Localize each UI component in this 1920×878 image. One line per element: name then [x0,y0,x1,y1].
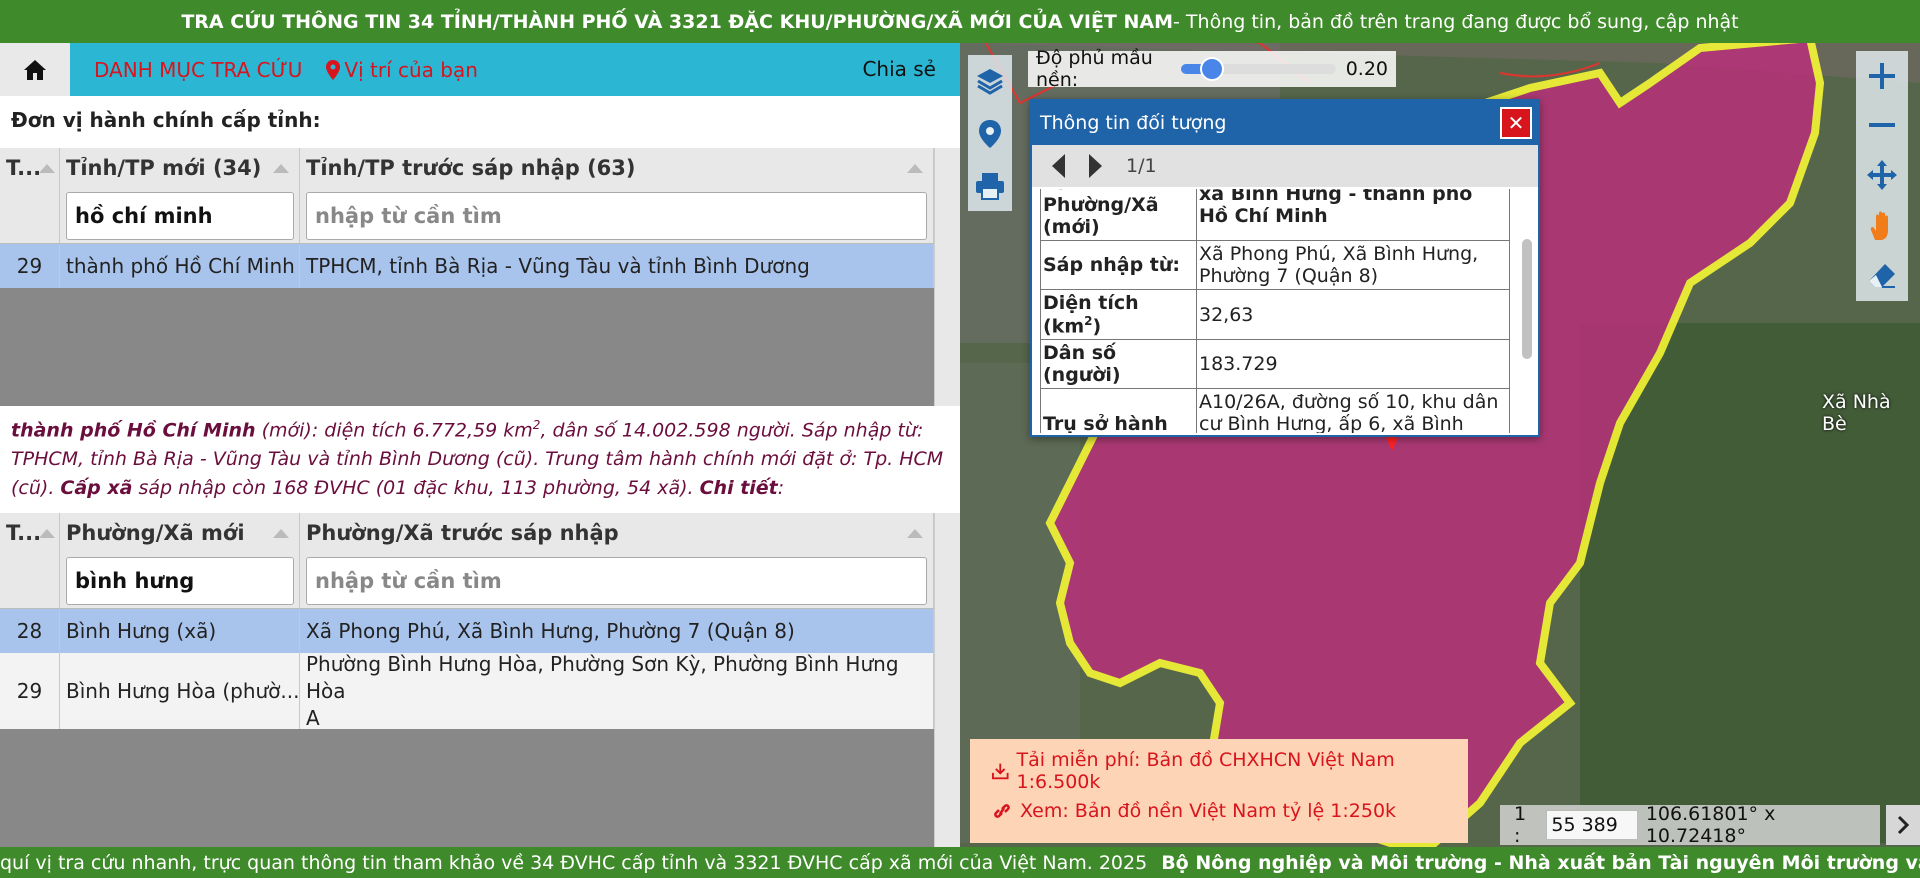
download-links: Tải miễn phí: Bản đồ CHXHCN Việt Nam 1:6… [970,739,1468,843]
footer-ticker: quí vị tra cứu nhanh, trực quan thông ti… [0,847,1920,878]
pan-arrows-icon[interactable] [1866,159,1898,191]
province-grid-scrollbar[interactable] [934,148,960,406]
eraser-icon[interactable] [1867,261,1897,291]
commune-prev-filter[interactable] [306,557,927,605]
table-row[interactable]: 29 thành phố Hồ Chí Minh TPHCM, tỉnh Bà … [0,244,960,288]
commune-grid-header: T... Phường/Xã mới Phường/Xã trước sáp n… [0,513,960,609]
view-base-map-link[interactable]: Xem: Bản đồ nền Việt Nam tỷ lệ 1:250k [992,791,1446,831]
table-row[interactable]: 29 Bình Hưng Hòa (phườ... Phường Bình Hư… [0,653,960,729]
footer-credit: Bộ Nông nghiệp và Môi trường - Nhà xuất … [1161,851,1920,874]
sort-arrow-icon[interactable] [273,529,289,538]
attribute-row: Tên Phường/Xã (mới) xã Bình Hưng - thành… [1040,189,1510,241]
province-col-stt[interactable]: T... [0,148,60,243]
zoom-out-icon[interactable] [1867,110,1897,140]
province-grid: T... Tỉnh/TP mới (34) Tỉnh/TP trước sáp … [0,148,960,406]
commune-grid-scrollbar[interactable] [934,513,960,847]
share-link[interactable]: Chia sẻ [862,57,936,81]
prev-arrow-icon[interactable] [1052,154,1065,178]
province-name-filter[interactable] [66,192,294,240]
hand-icon[interactable] [1867,210,1897,242]
opacity-slider[interactable] [1180,57,1336,81]
zoom-in-icon[interactable] [1867,61,1897,91]
opacity-control: Độ phủ mầu nền: 0.20 [1028,47,1396,91]
scale-prefix: 1 : [1514,803,1527,847]
download-icon [992,763,1009,780]
opacity-label: Độ phủ mầu nền: [1036,47,1153,91]
opacity-slider-handle[interactable] [1199,57,1224,81]
footer-text: quí vị tra cứu nhanh, trực quan thông ti… [0,851,1148,874]
left-panel: DANH MỤC TRA CỨU Vị trí của bạn Chia sẻ … [0,43,960,847]
attribute-row: Dân số (người) 183.729 [1040,339,1510,390]
table-row[interactable]: 28 Bình Hưng (xã) Xã Phong Phú, Xã Bình … [0,609,960,653]
popup-pager: 1/1 [1032,145,1538,187]
feature-info-popup: Thông tin đối tượng ✕ 1/1 Tên Phường/Xã … [1030,99,1540,437]
map-left-toolbar [968,55,1012,211]
attribute-row: Diện tích (km2) 32,63 [1040,288,1510,341]
layers-icon[interactable] [975,66,1005,96]
sort-arrow-icon[interactable] [907,164,923,173]
sort-arrow-icon[interactable] [39,529,55,538]
opacity-value: 0.20 [1345,58,1388,80]
commune-name-filter[interactable] [66,557,294,605]
province-section-label: Đơn vị hành chính cấp tỉnh: [11,108,321,132]
commune-col-stt[interactable]: T... [0,513,60,608]
province-summary: thành phố Hồ Chí Minh (mới): diện tích 6… [11,418,944,500]
sort-arrow-icon[interactable] [39,164,55,173]
sort-arrow-icon[interactable] [273,164,289,173]
map-place-label: Xã Nhà Bè [1822,391,1891,435]
print-icon[interactable] [975,172,1005,200]
map-view[interactable]: Xã Nhà Bè Độ phủ mầu nền: 0.20 Thông tin… [960,43,1920,847]
expand-button[interactable] [1886,805,1920,845]
close-button[interactable]: ✕ [1500,107,1532,139]
scale-bar: 1 : 55 389 106.61801° x 10.72418° [1500,803,1880,847]
popup-scrollbar[interactable] [1520,189,1534,433]
top-banner: TRA CỨU THÔNG TIN 34 TỈNH/THÀNH PHỐ VÀ 3… [0,0,1920,43]
province-grid-header: T... Tỉnh/TP mới (34) Tỉnh/TP trước sáp … [0,148,960,244]
location-link-label: Vị trí của bạn [344,57,478,82]
popup-body: Tên Phường/Xã (mới) xã Bình Hưng - thành… [1040,189,1510,433]
location-pin-icon [326,59,341,80]
link-icon [994,804,1010,818]
feature-attribute-table: Tên Phường/Xã (mới) xã Bình Hưng - thành… [1040,189,1510,433]
province-col-name[interactable]: Tỉnh/TP mới (34) [60,148,300,243]
commune-grid: T... Phường/Xã mới Phường/Xã trước sáp n… [0,513,960,847]
location-link[interactable]: Vị trí của bạn [326,58,478,82]
home-icon [24,59,46,80]
map-right-toolbar [1856,51,1908,301]
coordinate-readout: 106.61801° x 10.72418° [1645,803,1776,847]
commune-col-prev[interactable]: Phường/Xã trước sáp nhập [300,513,934,608]
banner-subtitle: - Thông tin, bản đồ trên trang đang được… [1173,10,1739,33]
banner-title: TRA CỨU THÔNG TIN 34 TỈNH/THÀNH PHỐ VÀ 3… [181,10,1174,33]
pager-count: 1/1 [1126,155,1157,177]
attribute-row: Sáp nhập từ: Xã Phong Phú, Xã Bình Hưng,… [1040,240,1510,290]
province-col-prev[interactable]: Tỉnh/TP trước sáp nhập (63) [300,148,934,243]
free-download-link[interactable]: Tải miễn phí: Bản đồ CHXHCN Việt Nam 1:6… [992,749,1446,793]
province-prev-filter[interactable] [306,192,927,240]
next-arrow-icon[interactable] [1089,154,1102,178]
chevron-right-icon [1897,815,1909,835]
popup-header: Thông tin đối tượng ✕ [1032,101,1538,145]
sort-arrow-icon[interactable] [907,529,923,538]
popup-title: Thông tin đối tượng [1040,112,1227,134]
attribute-row: Trụ sở hành A10/26A, đường số 10, khu dâ… [1040,388,1510,433]
home-button[interactable] [0,43,70,96]
commune-col-name[interactable]: Phường/Xã mới [60,513,300,608]
menu-link[interactable]: DANH MỤC TRA CỨU [94,58,302,82]
location-pin-icon[interactable] [978,119,1002,149]
nav-bar: DANH MỤC TRA CỨU Vị trí của bạn Chia sẻ [0,43,960,96]
scale-input[interactable]: 55 389 [1546,810,1638,840]
